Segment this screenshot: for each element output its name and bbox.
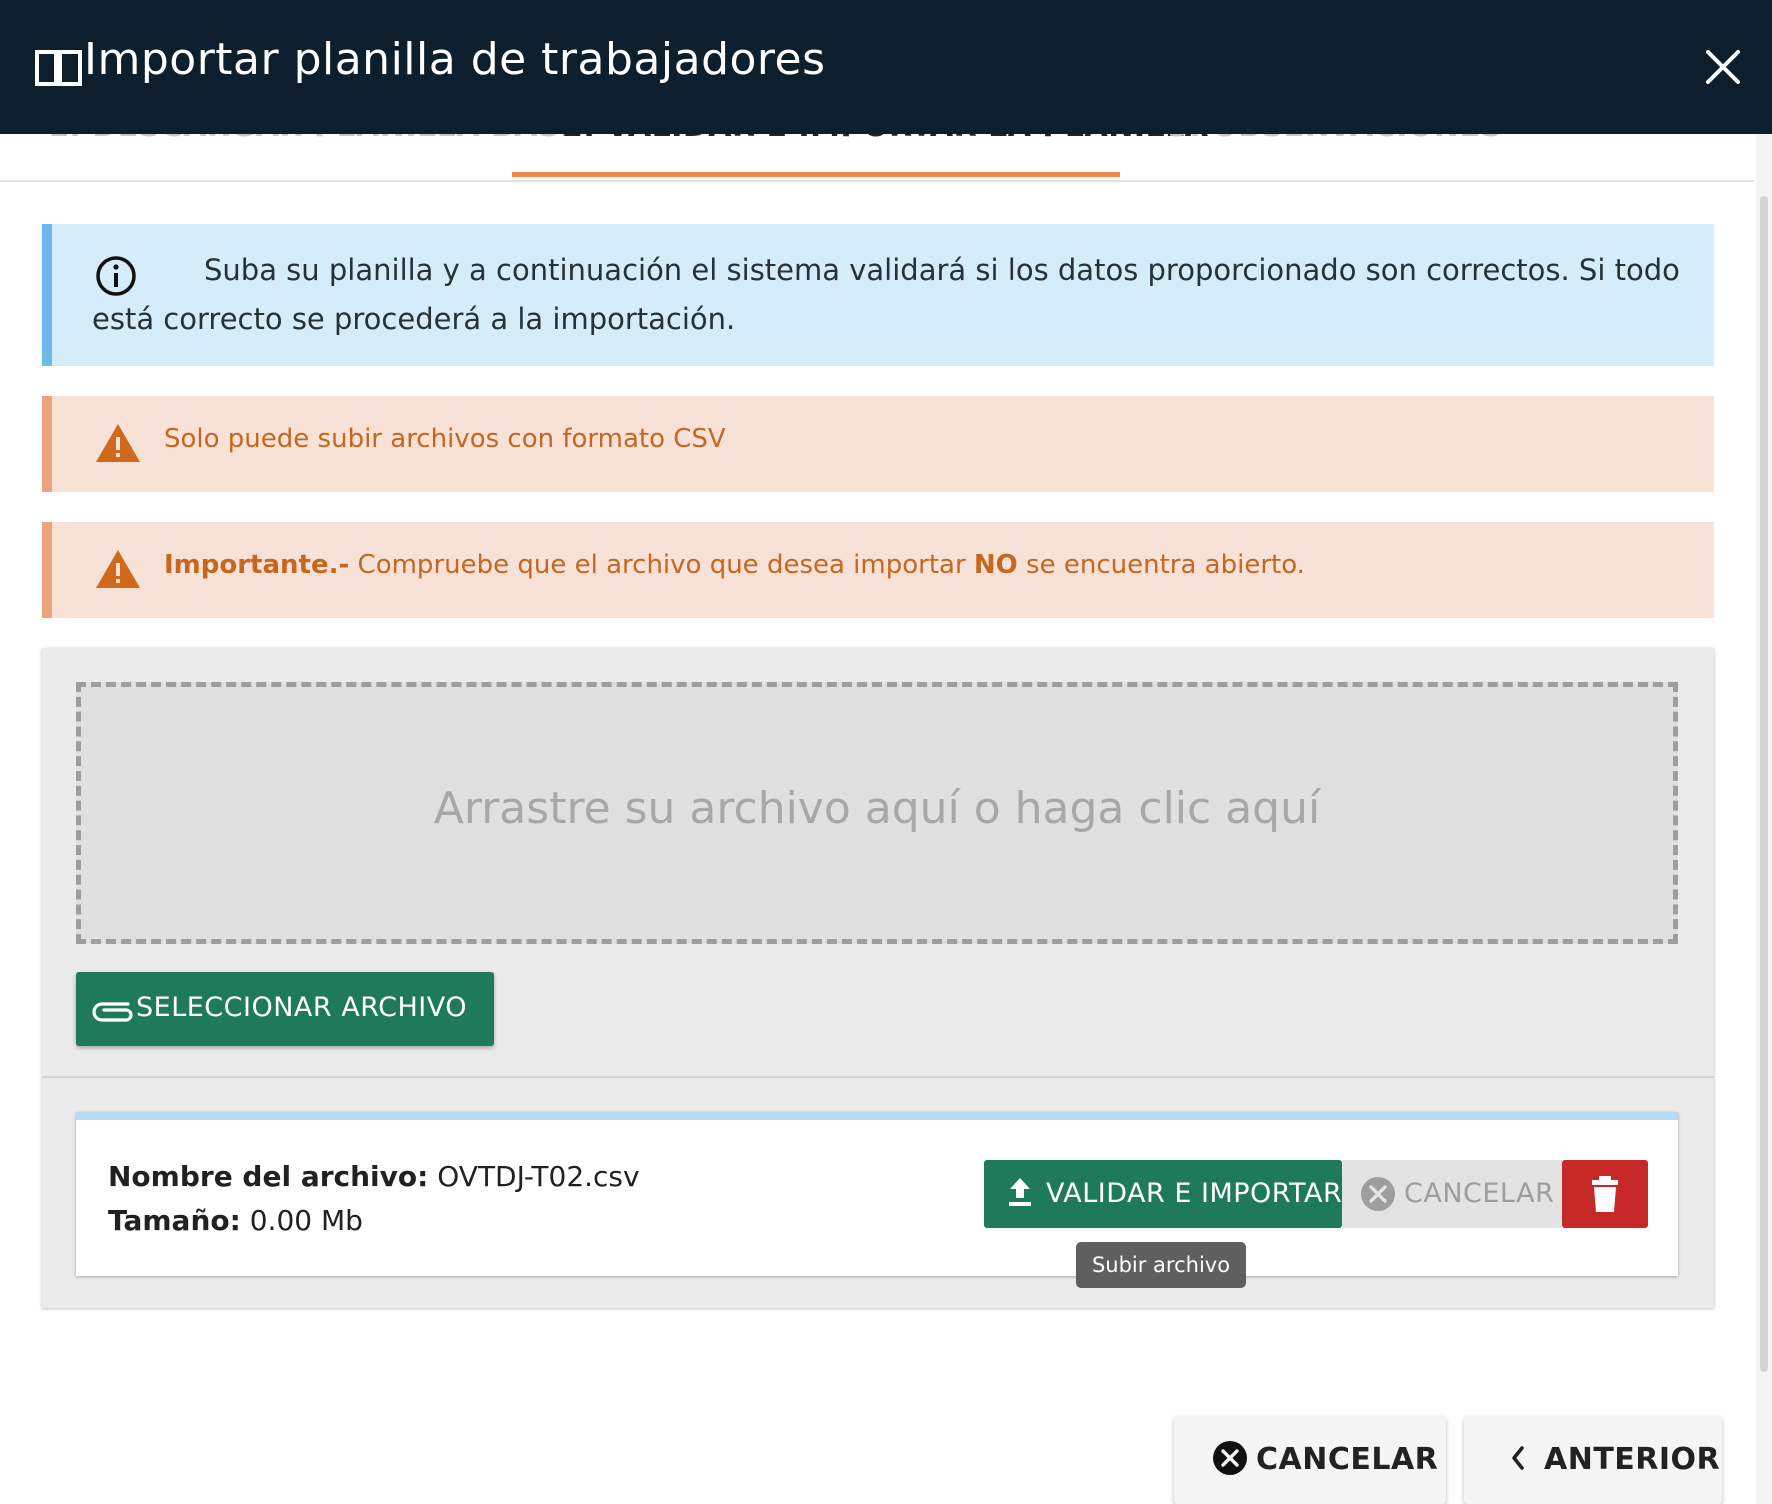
upload-icon bbox=[1009, 1178, 1031, 1206]
warning-alert-csv: Solo puede subir archivos con formato CS… bbox=[42, 396, 1714, 492]
uploaded-file-card: Nombre del archivo: OVTDJ-T02.csv Tamaño… bbox=[76, 1112, 1678, 1276]
info-message: Suba su planilla y a continuación el sis… bbox=[92, 253, 1680, 336]
cancel-upload-label: CANCELAR bbox=[1404, 1178, 1555, 1209]
import-dialog: Importar planilla de trabajadores 1. DES… bbox=[0, 0, 1772, 1504]
select-file-button[interactable]: SELECCIONAR ARCHIVO bbox=[76, 972, 494, 1046]
delete-file-button[interactable] bbox=[1562, 1160, 1648, 1228]
cancel-button-label: CANCELAR bbox=[1256, 1442, 1439, 1477]
close-icon[interactable] bbox=[1700, 44, 1746, 90]
uploader-divider bbox=[42, 1076, 1714, 1078]
file-name-row: Nombre del archivo: OVTDJ-T02.csv bbox=[108, 1160, 640, 1193]
book-open-icon bbox=[35, 50, 82, 86]
cancel-upload-button[interactable]: CANCELAR bbox=[1342, 1160, 1562, 1228]
dialog-header: Importar planilla de trabajadores bbox=[0, 0, 1772, 134]
warning-message-important: Importante.- Compruebe que el archivo qu… bbox=[164, 550, 1305, 580]
dialog-title: Importar planilla de trabajadores bbox=[84, 34, 826, 85]
scrollbar-thumb[interactable] bbox=[1760, 196, 1768, 1372]
file-name-label: Nombre del archivo: bbox=[108, 1160, 429, 1193]
trash-icon bbox=[1592, 1176, 1618, 1212]
previous-button[interactable]: ANTERIOR bbox=[1464, 1416, 1722, 1504]
warning-triangle-icon bbox=[96, 424, 140, 462]
warning-text-after: se encuentra abierto. bbox=[1017, 550, 1305, 580]
validate-import-label: VALIDAR E IMPORTAR bbox=[1046, 1178, 1343, 1209]
select-file-label: SELECCIONAR ARCHIVO bbox=[136, 992, 467, 1023]
file-name-value: OVTDJ-T02.csv bbox=[428, 1160, 640, 1193]
previous-button-label: ANTERIOR bbox=[1544, 1442, 1721, 1477]
warning-triangle-icon bbox=[96, 550, 140, 588]
warning-message-csv: Solo puede subir archivos con formato CS… bbox=[164, 424, 726, 454]
active-step-indicator bbox=[512, 172, 1120, 177]
warning-prefix: Importante.- bbox=[164, 550, 350, 580]
warning-emphasis: NO bbox=[973, 550, 1018, 580]
x-circle-icon bbox=[1361, 1177, 1395, 1211]
file-size-value: 0.00 Mb bbox=[240, 1204, 363, 1237]
file-size-row: Tamaño: 0.00 Mb bbox=[108, 1204, 363, 1237]
file-dropzone[interactable]: Arrastre su archivo aquí o haga clic aqu… bbox=[76, 682, 1678, 944]
paperclip-icon bbox=[92, 1002, 133, 1022]
info-alert: Suba su planilla y a continuación el sis… bbox=[42, 224, 1714, 366]
validate-import-button[interactable]: VALIDAR E IMPORTAR bbox=[984, 1160, 1342, 1228]
warning-text-before: Compruebe que el archivo que desea impor… bbox=[349, 550, 974, 580]
cancel-button[interactable]: CANCELAR bbox=[1174, 1416, 1446, 1504]
chevron-left-icon bbox=[1512, 1446, 1524, 1470]
upload-tooltip: Subir archivo bbox=[1076, 1242, 1246, 1288]
file-uploader: Arrastre su archivo aquí o haga clic aqu… bbox=[42, 648, 1714, 1308]
warning-alert-important: Importante.- Compruebe que el archivo qu… bbox=[42, 522, 1714, 618]
file-size-label: Tamaño: bbox=[108, 1204, 241, 1237]
dropzone-hint: Arrastre su archivo aquí o haga clic aqu… bbox=[433, 783, 1321, 834]
x-circle-icon bbox=[1213, 1441, 1247, 1475]
